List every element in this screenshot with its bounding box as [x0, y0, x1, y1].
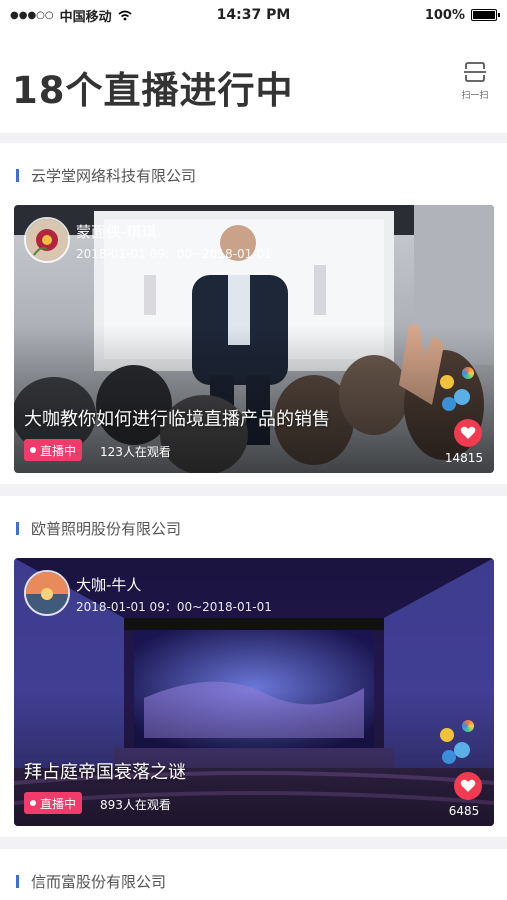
status-right: 100%	[424, 7, 500, 23]
live-title: 拜占庭帝国衰落之谜	[24, 762, 186, 783]
section-accent-bar	[16, 875, 19, 888]
flower-image	[26, 219, 68, 261]
heart-icon	[460, 779, 476, 792]
like-bubble-icon	[454, 389, 470, 405]
company-section: 信而富股份有限公司	[0, 849, 507, 900]
like-bubble-icon	[442, 397, 456, 411]
section-title: 信而富股份有限公司	[16, 871, 166, 892]
live-dot-icon	[30, 447, 36, 453]
company-section: 欧普照明股份有限公司 大咖-牛人 2018-01-01 09：00~2018-0…	[0, 496, 507, 837]
company-name[interactable]: 云学堂网络科技有限公司	[31, 165, 196, 186]
header: 18个直播进行中 扫一扫	[0, 30, 507, 133]
live-title: 大咖教你如何进行临境直播产品的销售	[24, 409, 330, 430]
section-title: 云学堂网络科技有限公司	[16, 165, 196, 186]
like-button[interactable]	[454, 419, 482, 447]
gift-icon	[440, 375, 454, 389]
section-accent-bar	[16, 522, 19, 535]
live-card[interactable]: 蒙面侠-琪琪 2018-01-01 09：00~2018-01-01 大咖教你如…	[14, 205, 494, 473]
like-button[interactable]	[454, 772, 482, 800]
battery-icon	[471, 9, 500, 21]
like-bubble-icon	[442, 750, 456, 764]
sunset-image	[26, 572, 68, 614]
scan-label: 扫一扫	[461, 91, 489, 101]
gift-icon	[440, 728, 454, 742]
status-bar: ●●●○○ 中国移动 14:37 PM 100%	[0, 0, 507, 30]
section-accent-bar	[16, 169, 19, 182]
like-bubble-icon	[454, 742, 470, 758]
heart-icon	[460, 426, 476, 439]
host-name: 蒙面侠-琪琪	[76, 223, 157, 241]
sparkle-icon	[462, 367, 474, 379]
scan-button[interactable]: 扫一扫	[455, 60, 495, 104]
live-badge-label: 直播中	[40, 443, 77, 458]
host-avatar[interactable]	[24, 570, 70, 616]
like-count: 6485	[448, 804, 480, 818]
like-count: 14815	[444, 451, 484, 465]
live-time-range: 2018-01-01 09：00~2018-01-01	[76, 600, 272, 614]
host-avatar[interactable]	[24, 217, 70, 263]
live-badge-label: 直播中	[40, 796, 77, 811]
live-badge: 直播中	[24, 792, 83, 814]
live-time-range: 2018-01-01 09：00~2018-01-01	[76, 247, 272, 261]
scan-icon	[464, 62, 486, 82]
live-dot-icon	[30, 800, 36, 806]
battery-percent: 100%	[424, 7, 465, 23]
viewer-count: 123人在观看	[100, 445, 171, 459]
viewer-count: 893人在观看	[100, 798, 171, 812]
host-name: 大咖-牛人	[76, 576, 142, 594]
live-badge: 直播中	[24, 439, 83, 461]
page-title: 18个直播进行中	[12, 69, 294, 112]
live-card[interactable]: 大咖-牛人 2018-01-01 09：00~2018-01-01 拜占庭帝国衰…	[14, 558, 494, 826]
company-name[interactable]: 欧普照明股份有限公司	[31, 518, 181, 539]
company-section: 云学堂网络科技有限公司 蒙面侠-琪琪 2018-01-01 09：00~2018…	[0, 143, 507, 484]
sparkle-icon	[462, 720, 474, 732]
section-title: 欧普照明股份有限公司	[16, 518, 181, 539]
company-name[interactable]: 信而富股份有限公司	[31, 871, 166, 892]
